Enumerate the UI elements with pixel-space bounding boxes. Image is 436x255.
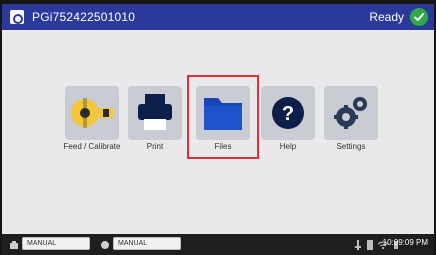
- print-button[interactable]: [128, 86, 182, 140]
- right-mode-field[interactable]: MANUAL: [113, 237, 181, 250]
- settings-icon: [334, 97, 367, 129]
- status-text: Ready: [369, 10, 404, 24]
- settings-label: Settings: [336, 142, 366, 151]
- device-name: PGi752422501010: [32, 10, 136, 24]
- svg-text:?: ?: [282, 103, 294, 125]
- printer-status-icon: [8, 238, 20, 250]
- help-icon: ?: [272, 97, 304, 129]
- printer-icon: [138, 94, 172, 130]
- left-mode-field[interactable]: MANUAL: [22, 237, 90, 250]
- usb-icon: [352, 238, 364, 250]
- network-status-icon: [99, 238, 111, 250]
- settings-button[interactable]: [324, 86, 378, 140]
- app-logo-icon: [10, 10, 24, 24]
- ready-check-icon: [410, 8, 428, 26]
- menu-tiles: Feed / Calibrate Print Files ? Help Sett…: [2, 30, 434, 234]
- main-menu-area: Feed / Calibrate Print Files ? Help Sett…: [2, 30, 434, 234]
- device-screen: PGi752422501010 Ready Feed / Calibrate P…: [0, 0, 436, 255]
- status-bar: MANUAL MANUAL 10:09:09 PM: [2, 234, 434, 255]
- clock-time: 10:09:09 PM: [382, 238, 428, 247]
- header-bar: PGi752422501010 Ready: [2, 4, 434, 30]
- help-button[interactable]: ?: [261, 86, 315, 140]
- feed-calibrate-icon: [71, 98, 113, 128]
- feed-calibrate-button[interactable]: [65, 86, 119, 140]
- sd-card-icon: [364, 238, 376, 250]
